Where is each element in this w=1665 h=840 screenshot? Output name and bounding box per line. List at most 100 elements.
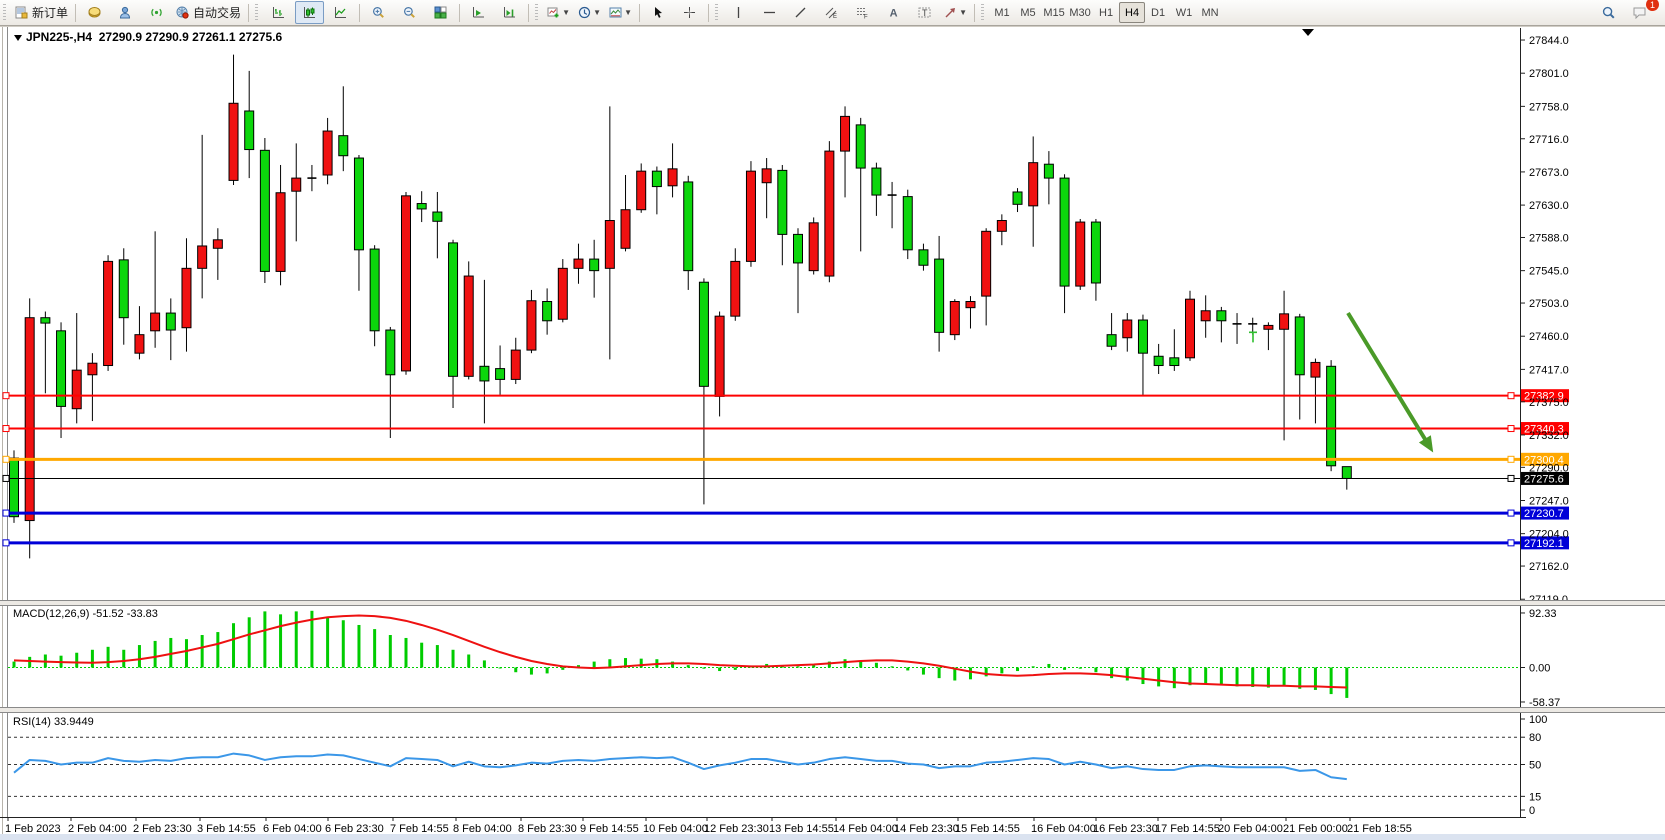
price-axis-label: 27844.0	[1529, 35, 1569, 47]
fibonacci-button[interactable]: F	[848, 1, 877, 24]
line-handle[interactable]	[3, 393, 9, 399]
crosshair-button[interactable]	[675, 1, 704, 24]
line-handle[interactable]	[1508, 475, 1514, 481]
timeframe-mn-button[interactable]: MN	[1197, 2, 1223, 23]
toolbar-grip	[715, 4, 720, 22]
new-chart-icon	[547, 6, 560, 19]
macd-indicator-label: MACD(12,26,9) -51.52 -33.83	[13, 608, 158, 620]
candlestick-chart-button[interactable]	[295, 1, 324, 24]
timeframe-w1-button[interactable]: W1	[1171, 2, 1197, 23]
time-axis-label: 10 Feb 04:00	[643, 823, 708, 835]
line-handle[interactable]	[3, 475, 9, 481]
bull-candle	[1076, 222, 1085, 286]
line-handle[interactable]	[3, 426, 9, 432]
period-button[interactable]: ▼	[575, 1, 604, 24]
bull-candle	[229, 103, 238, 180]
timeframe-h1-button[interactable]: H1	[1093, 2, 1119, 23]
macd-histogram-bar	[938, 668, 941, 679]
line-handle[interactable]	[3, 510, 9, 516]
autotrade-icon	[176, 6, 189, 19]
symbol-period-label: JPN225-,H4	[26, 30, 92, 44]
timeframe-h4-button[interactable]: H4	[1119, 2, 1145, 23]
text-label-button[interactable]: T	[910, 1, 939, 24]
timeframe-d1-button[interactable]: D1	[1145, 2, 1171, 23]
line-handle[interactable]	[1508, 540, 1514, 546]
bull-candle	[1029, 163, 1038, 206]
cursor-button[interactable]	[644, 1, 673, 24]
bull-candle	[151, 313, 160, 331]
bear-candle	[339, 136, 348, 156]
search-button[interactable]	[1594, 1, 1623, 24]
chart-shift-button[interactable]	[495, 1, 524, 24]
bull-candle	[88, 363, 97, 375]
price-axis-label: 27503.0	[1529, 298, 1569, 310]
dropdown-caret-icon[interactable]: ▼	[562, 8, 570, 17]
horizontal-line-button[interactable]	[755, 1, 784, 24]
arrows-button[interactable]: ▼	[941, 1, 970, 24]
timeframe-m5-button[interactable]: M5	[1015, 2, 1041, 23]
macd-histogram-bar	[279, 614, 282, 667]
chart-canvas[interactable]: 27382.927340.327300.427275.627230.727192…	[0, 0, 1665, 840]
line-chart-button[interactable]	[326, 1, 355, 24]
macd-histogram-bar	[593, 662, 596, 668]
zoom-out-button[interactable]	[395, 1, 424, 24]
bull-candle	[198, 246, 207, 268]
new-order-button[interactable]: 新订单	[12, 1, 71, 24]
trendline-button[interactable]	[786, 1, 815, 24]
line-handle[interactable]	[1508, 456, 1514, 462]
macd-histogram-bar	[499, 668, 502, 669]
timeframe-m1-button[interactable]: M1	[989, 2, 1015, 23]
line-handle[interactable]	[1508, 393, 1514, 399]
macd-histogram-bar	[1330, 668, 1333, 695]
dropdown-caret-icon[interactable]: ▼	[593, 8, 601, 17]
chevron-down-icon[interactable]	[14, 35, 22, 41]
dropdown-caret-icon[interactable]: ▼	[959, 8, 967, 17]
vertical-line-button[interactable]	[724, 1, 753, 24]
bear-candle	[370, 249, 379, 331]
bar-chart-button[interactable]	[264, 1, 293, 24]
bars-icon	[272, 6, 285, 19]
linechart-icon	[334, 6, 347, 19]
equidistant-channel-button[interactable]: E	[817, 1, 846, 24]
signal-icon	[150, 6, 163, 19]
account-button[interactable]	[111, 1, 140, 24]
macd-histogram-bar	[1000, 668, 1003, 674]
line-handle[interactable]	[1508, 426, 1514, 432]
text-button[interactable]: A	[879, 1, 908, 24]
auto-scroll-button[interactable]	[464, 1, 493, 24]
new-chart-button[interactable]: ▼	[544, 1, 573, 24]
timeframe-m30-button[interactable]: M30	[1067, 2, 1093, 23]
macd-histogram-bar	[546, 668, 549, 674]
bull-candle	[1123, 320, 1132, 338]
macd-axis-label: 0.00	[1529, 663, 1550, 675]
dropdown-caret-icon[interactable]: ▼	[624, 8, 632, 17]
line-handle[interactable]	[3, 456, 9, 462]
ohlc-readout: 27290.9 27290.9 27261.1 27275.6	[99, 30, 283, 44]
time-axis-label: 14 Feb 04:00	[833, 823, 898, 835]
line-handle[interactable]	[1508, 510, 1514, 516]
macd-histogram-bar	[1110, 668, 1113, 679]
macd-histogram-bar	[1251, 668, 1254, 687]
toolbar-separator	[528, 4, 529, 22]
bear-candle	[590, 259, 599, 271]
notifications-button[interactable]: 1	[1625, 1, 1654, 24]
funds-button[interactable]	[80, 1, 109, 24]
bull-candle	[72, 370, 81, 409]
zoom-in-button[interactable]	[364, 1, 393, 24]
bear-candle	[543, 302, 552, 321]
rsi-axis-label: 0	[1529, 805, 1535, 817]
time-axis-label: 7 Feb 14:55	[390, 823, 449, 835]
macd-histogram-bar	[138, 645, 141, 667]
line-handle[interactable]	[3, 540, 9, 546]
template-button[interactable]: ▼	[606, 1, 635, 24]
tile-windows-button[interactable]	[426, 1, 455, 24]
notification-badge: 1	[1646, 0, 1659, 11]
macd-histogram-bar	[922, 668, 925, 675]
main-toolbar: 新订单 自动交易 ▼ ▼ ▼ EFAT ▼ M1M5M15M30H1H4D1W1MN 1	[0, 0, 1665, 26]
macd-histogram-bar	[248, 617, 251, 667]
price-axis-label: 27673.0	[1529, 167, 1569, 179]
timeframe-m15-button[interactable]: M15	[1041, 2, 1067, 23]
rsi-axis-label: 80	[1529, 732, 1541, 744]
signals-button[interactable]	[142, 1, 171, 24]
auto-trading-button[interactable]: 自动交易	[173, 1, 244, 24]
